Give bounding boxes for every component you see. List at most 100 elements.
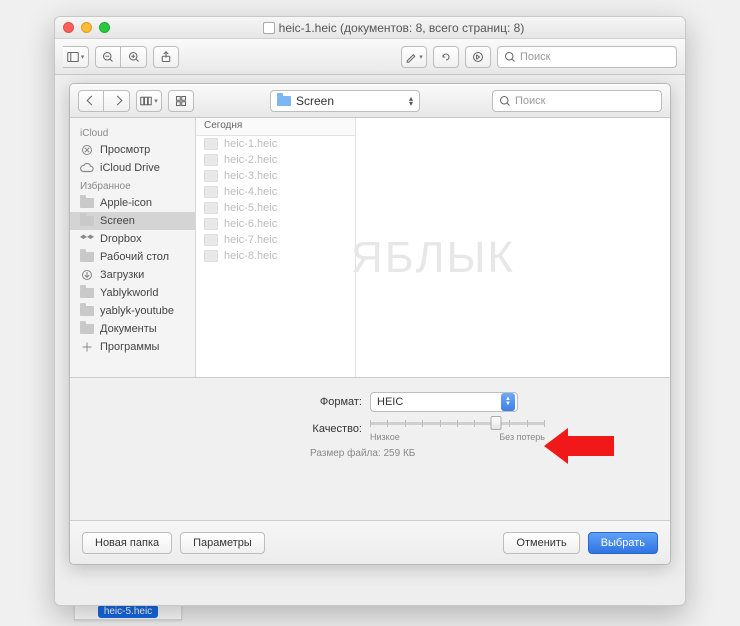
- sheet-footer: Новая папка Параметры Отменить Выбрать: [70, 520, 670, 564]
- file-name: heic-6.heic: [224, 218, 277, 230]
- file-row[interactable]: heic-6.heic: [196, 216, 355, 232]
- desktop-icon: [80, 251, 94, 263]
- search-icon: [499, 95, 511, 107]
- apps-icon: [80, 341, 94, 353]
- main-toolbar: ▾ ▾ Поиск: [55, 39, 685, 75]
- main-search-field[interactable]: Поиск: [497, 46, 677, 68]
- file-name: heic-5.heic: [224, 202, 277, 214]
- sidebar-item-label: Программы: [100, 341, 159, 353]
- forward-button[interactable]: [104, 90, 130, 112]
- file-column: Сегодня heic-1.heicheic-2.heicheic-3.hei…: [196, 118, 356, 377]
- sidebar-item--[interactable]: Программы: [70, 338, 195, 356]
- sidebar: iCloudПросмотрiCloud DriveИзбранноеApple…: [70, 118, 196, 377]
- search-icon: [504, 51, 516, 63]
- sidebar-item-label: Просмотр: [100, 144, 150, 156]
- columns-icon: [140, 95, 152, 107]
- sidebar-item-yablykworld[interactable]: Yablykworld: [70, 284, 195, 302]
- sidebar-item-label: Рабочий стол: [100, 251, 169, 263]
- file-name: heic-7.heic: [224, 234, 277, 246]
- file-name: heic-2.heic: [224, 154, 277, 166]
- sidebar-item-screen[interactable]: Screen: [70, 212, 195, 230]
- sidebar-item--[interactable]: Документы: [70, 320, 195, 338]
- file-row[interactable]: heic-2.heic: [196, 152, 355, 168]
- choose-button[interactable]: Выбрать: [588, 532, 658, 554]
- markup-button[interactable]: ▾: [401, 46, 427, 68]
- folder-icon: [80, 215, 94, 227]
- filesize-info: Размер файла: 259 КБ: [310, 448, 670, 459]
- file-name: heic-4.heic: [224, 186, 277, 198]
- sidebar-item-yablyk-youtube[interactable]: yablyk-youtube: [70, 302, 195, 320]
- watermark-text: ЯБЛЫК: [351, 233, 515, 283]
- sidebar-item-label: Загрузки: [100, 269, 144, 281]
- document-icon: [263, 22, 275, 34]
- select-stepper-icon: ▲▼: [501, 393, 515, 411]
- window-title: heic-1.heic (документов: 8, всего страни…: [110, 21, 677, 35]
- cloud-icon: [80, 162, 94, 174]
- location-dropdown[interactable]: Screen ▴▾: [270, 90, 420, 112]
- chevron-right-icon: [112, 96, 122, 106]
- file-browser: iCloudПросмотрiCloud DriveИзбранноеApple…: [70, 118, 670, 378]
- folder-icon: [277, 96, 291, 106]
- sidebar-item-label: Screen: [100, 215, 135, 227]
- file-icon: [204, 250, 218, 262]
- back-button[interactable]: [78, 90, 104, 112]
- quality-slider[interactable]: [370, 416, 545, 430]
- format-select[interactable]: HEIC ▲▼: [370, 392, 518, 412]
- group-icon: [175, 95, 187, 107]
- sidebar-toggle-button[interactable]: ▾: [63, 46, 89, 68]
- file-icon: [204, 138, 218, 150]
- sidebar-item--[interactable]: Рабочий стол: [70, 248, 195, 266]
- download-icon: [80, 269, 94, 281]
- quality-low-label: Низкое: [370, 432, 400, 442]
- view-options-button[interactable]: ▾: [136, 90, 162, 112]
- rotate-button[interactable]: [433, 46, 459, 68]
- export-options: Формат: HEIC ▲▼ Качество: Низкое Бе: [70, 378, 670, 467]
- file-row[interactable]: heic-7.heic: [196, 232, 355, 248]
- file-row[interactable]: heic-3.heic: [196, 168, 355, 184]
- folder-icon: [80, 287, 94, 299]
- file-icon: [204, 202, 218, 214]
- close-button[interactable]: [63, 22, 74, 33]
- file-icon: [204, 170, 218, 182]
- nav-back-forward: [78, 90, 130, 112]
- sidebar-icon: [67, 51, 79, 63]
- sidebar-item-icloud-drive[interactable]: iCloud Drive: [70, 159, 195, 177]
- sheet-search-field[interactable]: Поиск: [492, 90, 662, 112]
- folder-icon: [80, 197, 94, 209]
- file-row[interactable]: heic-4.heic: [196, 184, 355, 200]
- zoom-button[interactable]: [99, 22, 110, 33]
- sidebar-item-apple-icon[interactable]: Apple-icon: [70, 194, 195, 212]
- sidebar-item--[interactable]: Загрузки: [70, 266, 195, 284]
- chevron-left-icon: [86, 96, 96, 106]
- zoom-out-button[interactable]: [95, 46, 121, 68]
- parameters-button[interactable]: Параметры: [180, 532, 265, 554]
- folder-icon: [80, 305, 94, 317]
- quality-lossless-label: Без потерь: [499, 432, 545, 442]
- file-icon: [204, 154, 218, 166]
- sidebar-item--[interactable]: Просмотр: [70, 141, 195, 159]
- updown-icon: ▴▾: [409, 96, 413, 106]
- share-button[interactable]: [153, 46, 179, 68]
- sidebar-item-label: iCloud Drive: [100, 162, 160, 174]
- file-row[interactable]: heic-5.heic: [196, 200, 355, 216]
- sidebar-header: iCloud: [70, 124, 195, 141]
- window-controls: [63, 22, 110, 33]
- zoom-in-button[interactable]: [121, 46, 147, 68]
- new-folder-button[interactable]: Новая папка: [82, 532, 172, 554]
- save-sheet: ▾ Screen ▴▾ Поиск iCloud Просмотр iCloud D…: [69, 83, 671, 565]
- minimize-button[interactable]: [81, 22, 92, 33]
- file-row[interactable]: heic-8.heic: [196, 248, 355, 264]
- file-icon: [204, 218, 218, 230]
- file-row[interactable]: heic-1.heic: [196, 136, 355, 152]
- annotate-button[interactable]: [465, 46, 491, 68]
- sidebar-item-dropbox[interactable]: Dropbox: [70, 230, 195, 248]
- zoom-in-icon: [128, 51, 140, 63]
- slider-thumb[interactable]: [491, 416, 502, 430]
- file-icon: [204, 186, 218, 198]
- file-name: heic-8.heic: [224, 250, 277, 262]
- zoom-group: [95, 46, 147, 68]
- file-icon: [204, 234, 218, 246]
- rotate-icon: [440, 51, 452, 63]
- cancel-button[interactable]: Отменить: [503, 532, 579, 554]
- group-button[interactable]: [168, 90, 194, 112]
